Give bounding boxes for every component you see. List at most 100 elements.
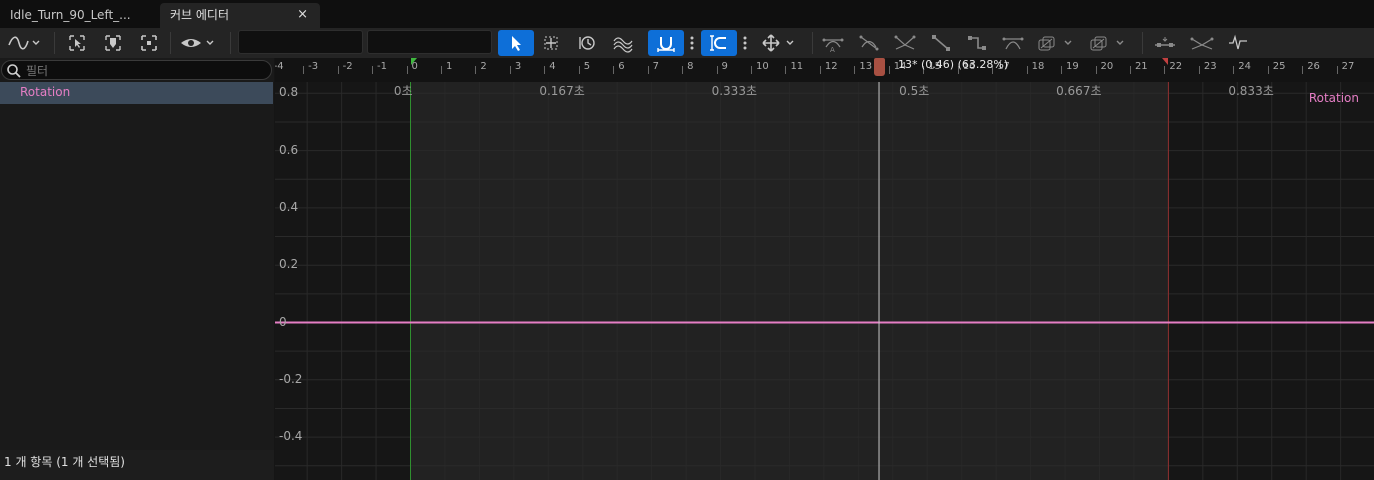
ruler-frame-label: 9 <box>721 61 728 72</box>
tangent-constant-button[interactable] <box>964 30 990 56</box>
value-label: 0.2 <box>279 257 299 272</box>
start-flag[interactable] <box>410 58 417 65</box>
tangent-weighted-icon <box>1002 37 1024 50</box>
multi-curve-tool-button[interactable] <box>610 30 636 56</box>
tangent-linear-button[interactable] <box>928 30 954 56</box>
ruler-tick <box>303 66 305 74</box>
end-flag[interactable] <box>1162 58 1169 65</box>
multi-curve-icon <box>613 37 633 53</box>
time-label: 0.833초 <box>1228 84 1274 98</box>
focus-icon <box>105 35 121 51</box>
value-label: 0 <box>279 314 287 329</box>
ruler-tick <box>372 66 374 74</box>
time-field[interactable] <box>238 30 363 54</box>
tab-curve-editor[interactable]: 커브 에디터 × <box>160 3 320 28</box>
retime-icon <box>579 36 595 50</box>
value-field[interactable] <box>367 30 492 54</box>
kebab-icon <box>690 36 694 50</box>
focus-button[interactable] <box>100 30 126 56</box>
ruler-frame-label: 3 <box>514 61 522 72</box>
ruler-frame-label: 4 <box>549 61 556 72</box>
pre-infinity-icon <box>1038 36 1072 51</box>
retime-tool-button[interactable] <box>574 30 600 56</box>
value-label: 0.8 <box>279 85 299 100</box>
filter-placeholder: 필터 <box>26 64 49 78</box>
curve-tree-item-label: Rotation <box>20 85 71 99</box>
ruler-tick <box>819 66 821 74</box>
kebab-icon <box>743 36 747 50</box>
ruler-frame-label: 24 <box>1238 61 1252 72</box>
curve-tree-item-rotation[interactable]: Rotation <box>0 82 273 104</box>
filter-input[interactable]: 필터 <box>1 60 272 80</box>
value-label: 0.4 <box>279 199 299 214</box>
tab-animation[interactable]: Idle_Turn_90_Left_... <box>0 3 155 28</box>
ruler-tick <box>544 66 546 74</box>
ruler-frame-label: 5 <box>583 61 591 72</box>
value-snap-options[interactable] <box>739 30 751 56</box>
select-tool-button[interactable] <box>498 30 534 56</box>
tab-curve-editor-label: 커브 에디터 <box>170 8 230 22</box>
ruler-frame-label: 13 <box>859 61 873 72</box>
search-icon <box>7 64 21 78</box>
time-snap-button[interactable] <box>648 30 684 56</box>
tangent-break-icon <box>894 35 916 50</box>
ruler-frame-label: 25 <box>1272 61 1286 72</box>
ruler-frame-label: 1 <box>445 61 453 72</box>
ruler-tick <box>475 66 477 74</box>
move-icon <box>762 34 794 52</box>
transform-tool-button[interactable] <box>538 30 564 56</box>
ruler-tick <box>337 66 339 74</box>
pre-infinity-button[interactable] <box>1036 30 1078 56</box>
tangent-weighted-button[interactable] <box>1000 30 1026 56</box>
ruler-tick <box>1267 66 1269 74</box>
curve-graph[interactable]: -4-3-2-101234567891011121314151617181920… <box>275 58 1374 480</box>
ruler-frame-label: -1 <box>377 61 388 72</box>
ruler-frame-label: -4 <box>275 61 284 72</box>
ruler-tick <box>1302 66 1304 74</box>
flatten-button[interactable] <box>1150 30 1180 56</box>
ruler-frame-label: -2 <box>342 61 353 72</box>
tangent-break-button[interactable] <box>892 30 918 56</box>
svg-text:A: A <box>830 46 835 53</box>
value-snap-button[interactable] <box>701 30 737 56</box>
tangent-user-button[interactable] <box>856 30 882 56</box>
graph-canvas[interactable] <box>275 58 1374 480</box>
ruler-tick <box>1026 66 1028 74</box>
ruler-frame-label: 7 <box>652 61 660 72</box>
fit-button[interactable] <box>136 30 162 56</box>
value-snap-icon <box>710 35 726 51</box>
select-frame-button[interactable] <box>64 30 90 56</box>
playhead-handle[interactable] <box>873 58 885 76</box>
post-infinity-button[interactable] <box>1088 30 1130 56</box>
ruler-frame-label: 27 <box>1341 61 1355 72</box>
ruler-frame-label: 8 <box>687 61 694 72</box>
ruler-tick <box>716 66 718 74</box>
value-label: -0.2 <box>279 371 303 386</box>
move-options-button[interactable] <box>760 30 800 56</box>
out-of-range-area <box>1168 82 1374 480</box>
curve-view-icon <box>8 36 40 50</box>
flatten-icon <box>1155 37 1175 47</box>
ruler-frame-label: 20 <box>1100 61 1114 72</box>
ruler-frame-label: 23 <box>1203 61 1217 72</box>
tangent-auto-button[interactable]: A <box>820 30 846 56</box>
view-options-button[interactable] <box>178 30 220 56</box>
time-snap-options[interactable] <box>686 30 698 56</box>
ruler-tick <box>440 66 442 74</box>
tangent-linear-icon <box>932 35 950 51</box>
fit-icon <box>141 35 157 51</box>
ruler-tick <box>1164 66 1166 74</box>
ruler-frame-label: 2 <box>480 61 487 72</box>
ruler-tick <box>578 66 580 74</box>
straighten-button[interactable] <box>1188 30 1216 56</box>
curve-filter-button[interactable] <box>1224 30 1252 56</box>
time-ruler[interactable]: -4-3-2-101234567891011121314151617181920… <box>275 58 1374 82</box>
curve-view-button[interactable] <box>4 30 42 56</box>
close-icon[interactable]: × <box>297 3 308 27</box>
ruler-tick <box>509 66 511 74</box>
time-label: 0.667초 <box>1056 84 1102 98</box>
straighten-icon <box>1190 37 1214 50</box>
filter-icon <box>1229 34 1247 50</box>
ruler-frame-label: 22 <box>1169 61 1183 72</box>
curve-tree-panel: 필터 Rotation 1 개 항목 (1 개 선택됨) <box>0 58 274 480</box>
